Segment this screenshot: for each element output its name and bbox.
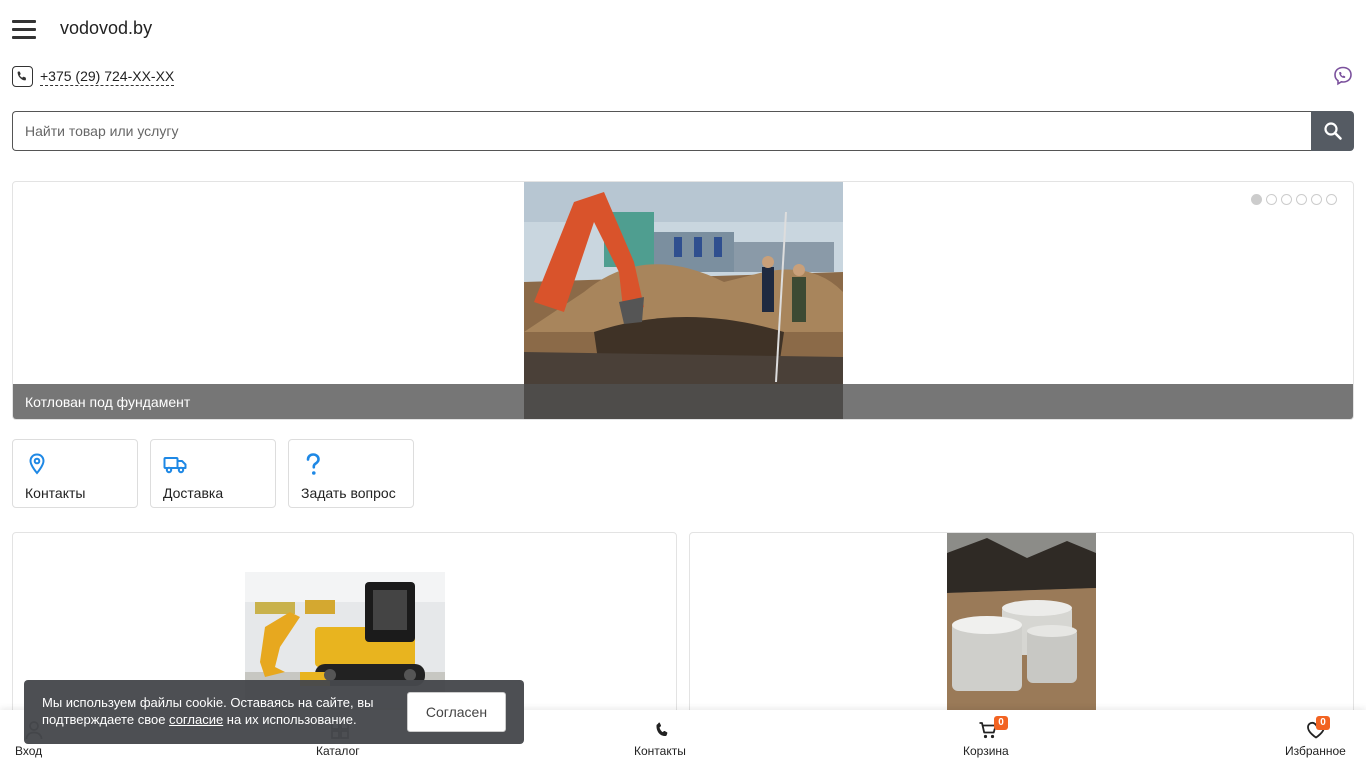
product-image-concrete-rings (947, 533, 1096, 711)
cart-count-badge: 0 (994, 716, 1008, 730)
consent-link[interactable]: согласие (169, 712, 223, 727)
question-icon (301, 452, 327, 478)
viber-icon[interactable] (1333, 66, 1353, 86)
slider-dot-3[interactable] (1281, 194, 1292, 205)
slider-dot-1[interactable] (1251, 194, 1262, 205)
nav-label: Контакты (634, 744, 686, 758)
slider-dot-4[interactable] (1296, 194, 1307, 205)
slider-dots (1251, 194, 1337, 206)
favorites-count-badge: 0 (1316, 716, 1330, 730)
cookie-banner: Мы используем файлы cookie. Оставаясь на… (24, 680, 524, 744)
nav-contacts[interactable]: Контакты (632, 710, 696, 768)
search-input[interactable] (12, 111, 1312, 151)
nav-favorites[interactable]: 0 Избранное (1284, 710, 1354, 768)
search-icon (1323, 122, 1342, 140)
slider-dot-2[interactable] (1266, 194, 1277, 205)
quick-link-ask-question[interactable]: Задать вопрос (288, 439, 414, 508)
nav-label: Избранное (1285, 744, 1346, 758)
quick-link-delivery[interactable]: Доставка (150, 439, 276, 508)
slide-caption: Котлован под фундамент (13, 384, 1353, 419)
nav-cart[interactable]: 0 Корзина (962, 710, 1016, 768)
cookie-text-part: на их использование. (223, 712, 357, 727)
map-pin-icon (25, 452, 51, 478)
hero-slider[interactable]: Котлован под фундамент (12, 181, 1354, 420)
quick-link-label: Задать вопрос (301, 485, 396, 501)
phone-icon (652, 720, 672, 740)
header: vodovod.by (0, 0, 1366, 58)
slider-dot-5[interactable] (1311, 194, 1322, 205)
accept-cookies-button[interactable]: Согласен (407, 692, 506, 732)
menu-icon[interactable] (12, 20, 36, 39)
truck-icon (163, 452, 189, 478)
quick-link-contacts[interactable]: Контакты (12, 439, 138, 508)
nav-label: Вход (15, 744, 43, 758)
quick-link-label: Контакты (25, 485, 86, 501)
cookie-text: Мы используем файлы cookie. Оставаясь на… (42, 694, 402, 728)
phone-icon (12, 66, 33, 87)
search-button[interactable] (1311, 111, 1354, 151)
quick-link-label: Доставка (163, 485, 224, 501)
phone-link[interactable]: +375 (29) 724-XX-XX (40, 68, 175, 86)
search-bar (12, 111, 1354, 151)
nav-label: Каталог (316, 744, 360, 758)
site-logo[interactable]: vodovod.by (60, 18, 152, 39)
slider-dot-6[interactable] (1326, 194, 1337, 205)
nav-label: Корзина (963, 744, 1009, 758)
